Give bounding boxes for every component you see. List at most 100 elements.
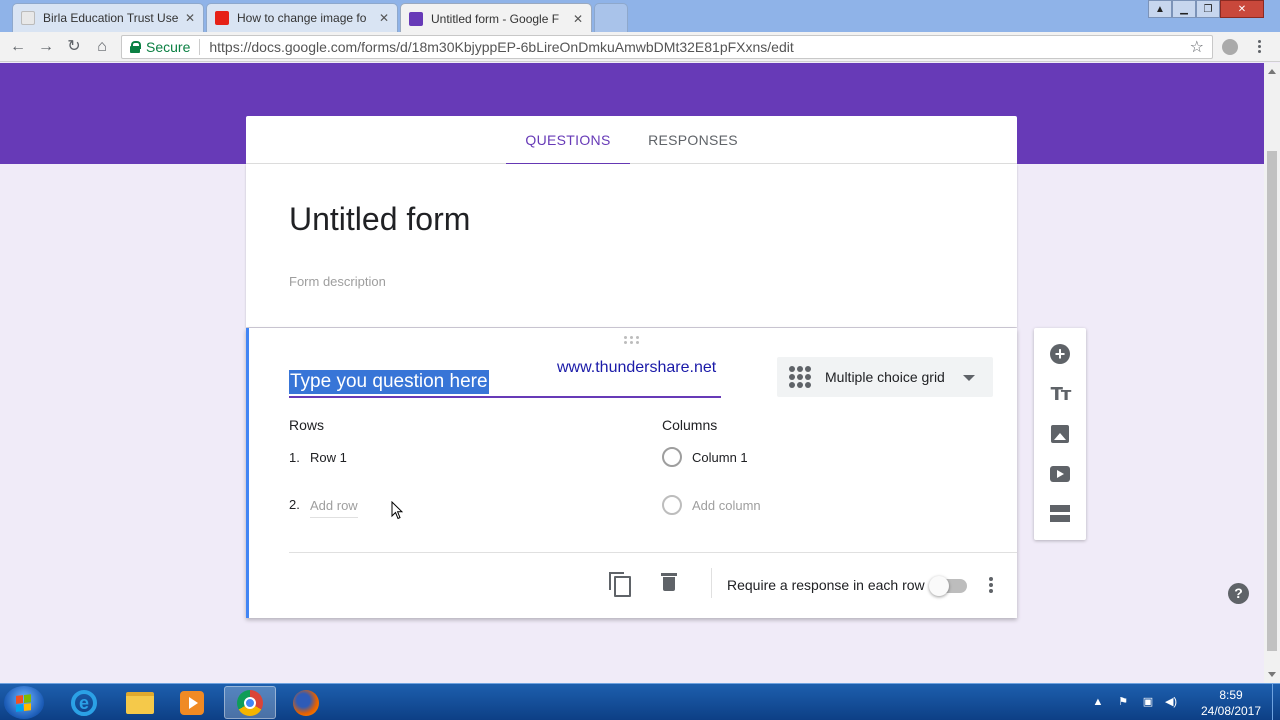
columns-label: Columns (662, 417, 718, 433)
toggle-knob (929, 576, 949, 596)
close-tab-icon[interactable]: ✕ (185, 11, 195, 25)
add-image-button[interactable] (1048, 422, 1072, 446)
clock-date: 24/08/2017 (1200, 704, 1262, 718)
user-icon[interactable]: ▲ (1148, 0, 1172, 18)
folder-icon (126, 691, 154, 714)
add-question-button[interactable]: + (1048, 342, 1072, 366)
taskbar-firefox[interactable] (280, 686, 332, 719)
tab-title: Untitled form - Google F (431, 11, 560, 26)
window-controls: ▲ ▁ ❐ ✕ (1148, 0, 1264, 18)
tab-questions[interactable]: QUESTIONS (506, 116, 630, 165)
question-title-text: Type you question here (289, 370, 489, 394)
url-text: https://docs.google.com/forms/d/18m30Kbj… (209, 39, 794, 55)
close-tab-icon[interactable]: ✕ (573, 12, 583, 26)
grid-icon (789, 366, 811, 388)
tab-title: Birla Education Trust Use (43, 11, 179, 25)
add-section-button[interactable] (1048, 502, 1072, 526)
maximize-icon[interactable]: ❐ (1196, 0, 1220, 18)
taskbar-media-player[interactable] (166, 686, 218, 719)
close-tab-icon[interactable]: ✕ (379, 11, 389, 25)
browser-tab-youtube[interactable]: How to change image fo ✕ (206, 3, 398, 32)
question-card[interactable]: Type you question here www.thundershare.… (246, 328, 1017, 618)
internet-explorer-icon: e (71, 689, 97, 716)
add-column-input[interactable]: Add column (692, 498, 761, 517)
require-toggle[interactable] (929, 576, 967, 596)
section-icon (1050, 505, 1070, 523)
lock-icon (130, 41, 141, 53)
scroll-thumb[interactable] (1267, 151, 1277, 651)
mouse-cursor-icon (391, 501, 403, 520)
add-row-input[interactable]: Add row (310, 498, 358, 518)
network-icon[interactable]: ▣ (1141, 696, 1155, 708)
form-title[interactable]: Untitled form (289, 201, 470, 238)
clock-time: 8:59 (1219, 688, 1243, 702)
browser-tab-strip: Birla Education Trust Use ✕ How to chang… (0, 0, 1280, 33)
media-player-icon (180, 690, 204, 715)
browser-menu-icon[interactable] (1258, 40, 1262, 55)
chrome-icon (237, 689, 263, 716)
doc-icon (21, 11, 35, 25)
title-text-icon: Tт (1050, 383, 1072, 405)
minimize-icon[interactable]: ▁ (1172, 0, 1196, 18)
video-icon (1050, 466, 1070, 482)
radio-icon (662, 447, 682, 467)
drag-handle-icon[interactable] (624, 336, 640, 344)
firefox-icon (293, 689, 319, 716)
browser-toolbar: ← → ↻ ⌂ Secure https://docs.google.com/f… (0, 32, 1280, 62)
scroll-down-icon[interactable] (1268, 672, 1276, 677)
page-content: QUESTIONS RESPONSES Untitled form Form d… (0, 63, 1264, 683)
browser-tab-birla[interactable]: Birla Education Trust Use ✕ (12, 3, 204, 32)
footer-separator (711, 568, 712, 598)
form-tabs: QUESTIONS RESPONSES (246, 116, 1017, 165)
taskbar-chrome[interactable] (224, 686, 276, 719)
radio-icon (662, 495, 682, 515)
question-type-label: Multiple choice grid (825, 369, 945, 385)
add-video-button[interactable] (1048, 462, 1072, 486)
system-clock[interactable]: 8:59 24/08/2017 (1196, 687, 1266, 719)
duplicate-icon[interactable] (609, 572, 631, 597)
delete-icon[interactable] (661, 572, 677, 592)
column-label-input[interactable]: Column 1 (692, 450, 748, 465)
bookmark-star-icon[interactable]: ☆ (1190, 37, 1204, 57)
tab-responses[interactable]: RESPONSES (638, 116, 748, 164)
card-divider (289, 552, 1017, 553)
help-icon[interactable]: ? (1228, 583, 1249, 604)
action-center-flag-icon[interactable]: ⚑ (1116, 696, 1130, 708)
require-label: Require a response in each row (727, 577, 925, 593)
rows-label: Rows (289, 417, 325, 433)
image-icon (1051, 425, 1069, 443)
show-hidden-icons-icon[interactable]: ▲ (1091, 696, 1105, 708)
form-title-card: Untitled form Form description (246, 164, 1017, 327)
extension-icon[interactable] (1222, 39, 1238, 55)
home-icon[interactable]: ⌂ (93, 38, 111, 56)
row-number: 2. (289, 497, 300, 512)
form-description-field[interactable]: Form description (289, 274, 386, 289)
start-button[interactable] (4, 686, 44, 719)
watermark-text: www.thundershare.net (557, 359, 717, 376)
divider (199, 39, 201, 55)
secure-label: Secure (146, 39, 191, 55)
side-toolbar: + Tт (1034, 328, 1086, 540)
youtube-icon (215, 11, 229, 25)
question-type-dropdown[interactable]: Multiple choice grid (777, 357, 993, 397)
scroll-up-icon[interactable] (1268, 69, 1276, 74)
row-label-input[interactable]: Row 1 (310, 450, 347, 465)
show-desktop-button[interactable] (1272, 684, 1280, 720)
reload-icon[interactable]: ↻ (65, 38, 83, 56)
dropdown-arrow-icon (963, 375, 975, 381)
more-options-icon[interactable] (989, 577, 993, 595)
close-window-icon[interactable]: ✕ (1220, 0, 1264, 18)
tab-title: How to change image fo (237, 11, 367, 25)
taskbar-file-explorer[interactable] (114, 686, 166, 719)
address-bar[interactable]: Secure https://docs.google.com/forms/d/1… (121, 35, 1213, 59)
taskbar-internet-explorer[interactable]: e (58, 686, 110, 719)
add-circle-icon: + (1050, 344, 1070, 364)
back-icon[interactable]: ← (9, 38, 27, 56)
windows-taskbar: e ▲ ⚑ ▣ ◀) 8:59 24/08/2017 (0, 683, 1280, 720)
page-scrollbar[interactable] (1264, 63, 1280, 683)
add-title-button[interactable]: Tт (1048, 382, 1072, 406)
browser-tab-forms[interactable]: Untitled form - Google F ✕ (400, 3, 592, 33)
forward-icon[interactable]: → (37, 38, 55, 56)
volume-icon[interactable]: ◀) (1164, 696, 1178, 708)
new-tab-button[interactable] (594, 3, 628, 32)
